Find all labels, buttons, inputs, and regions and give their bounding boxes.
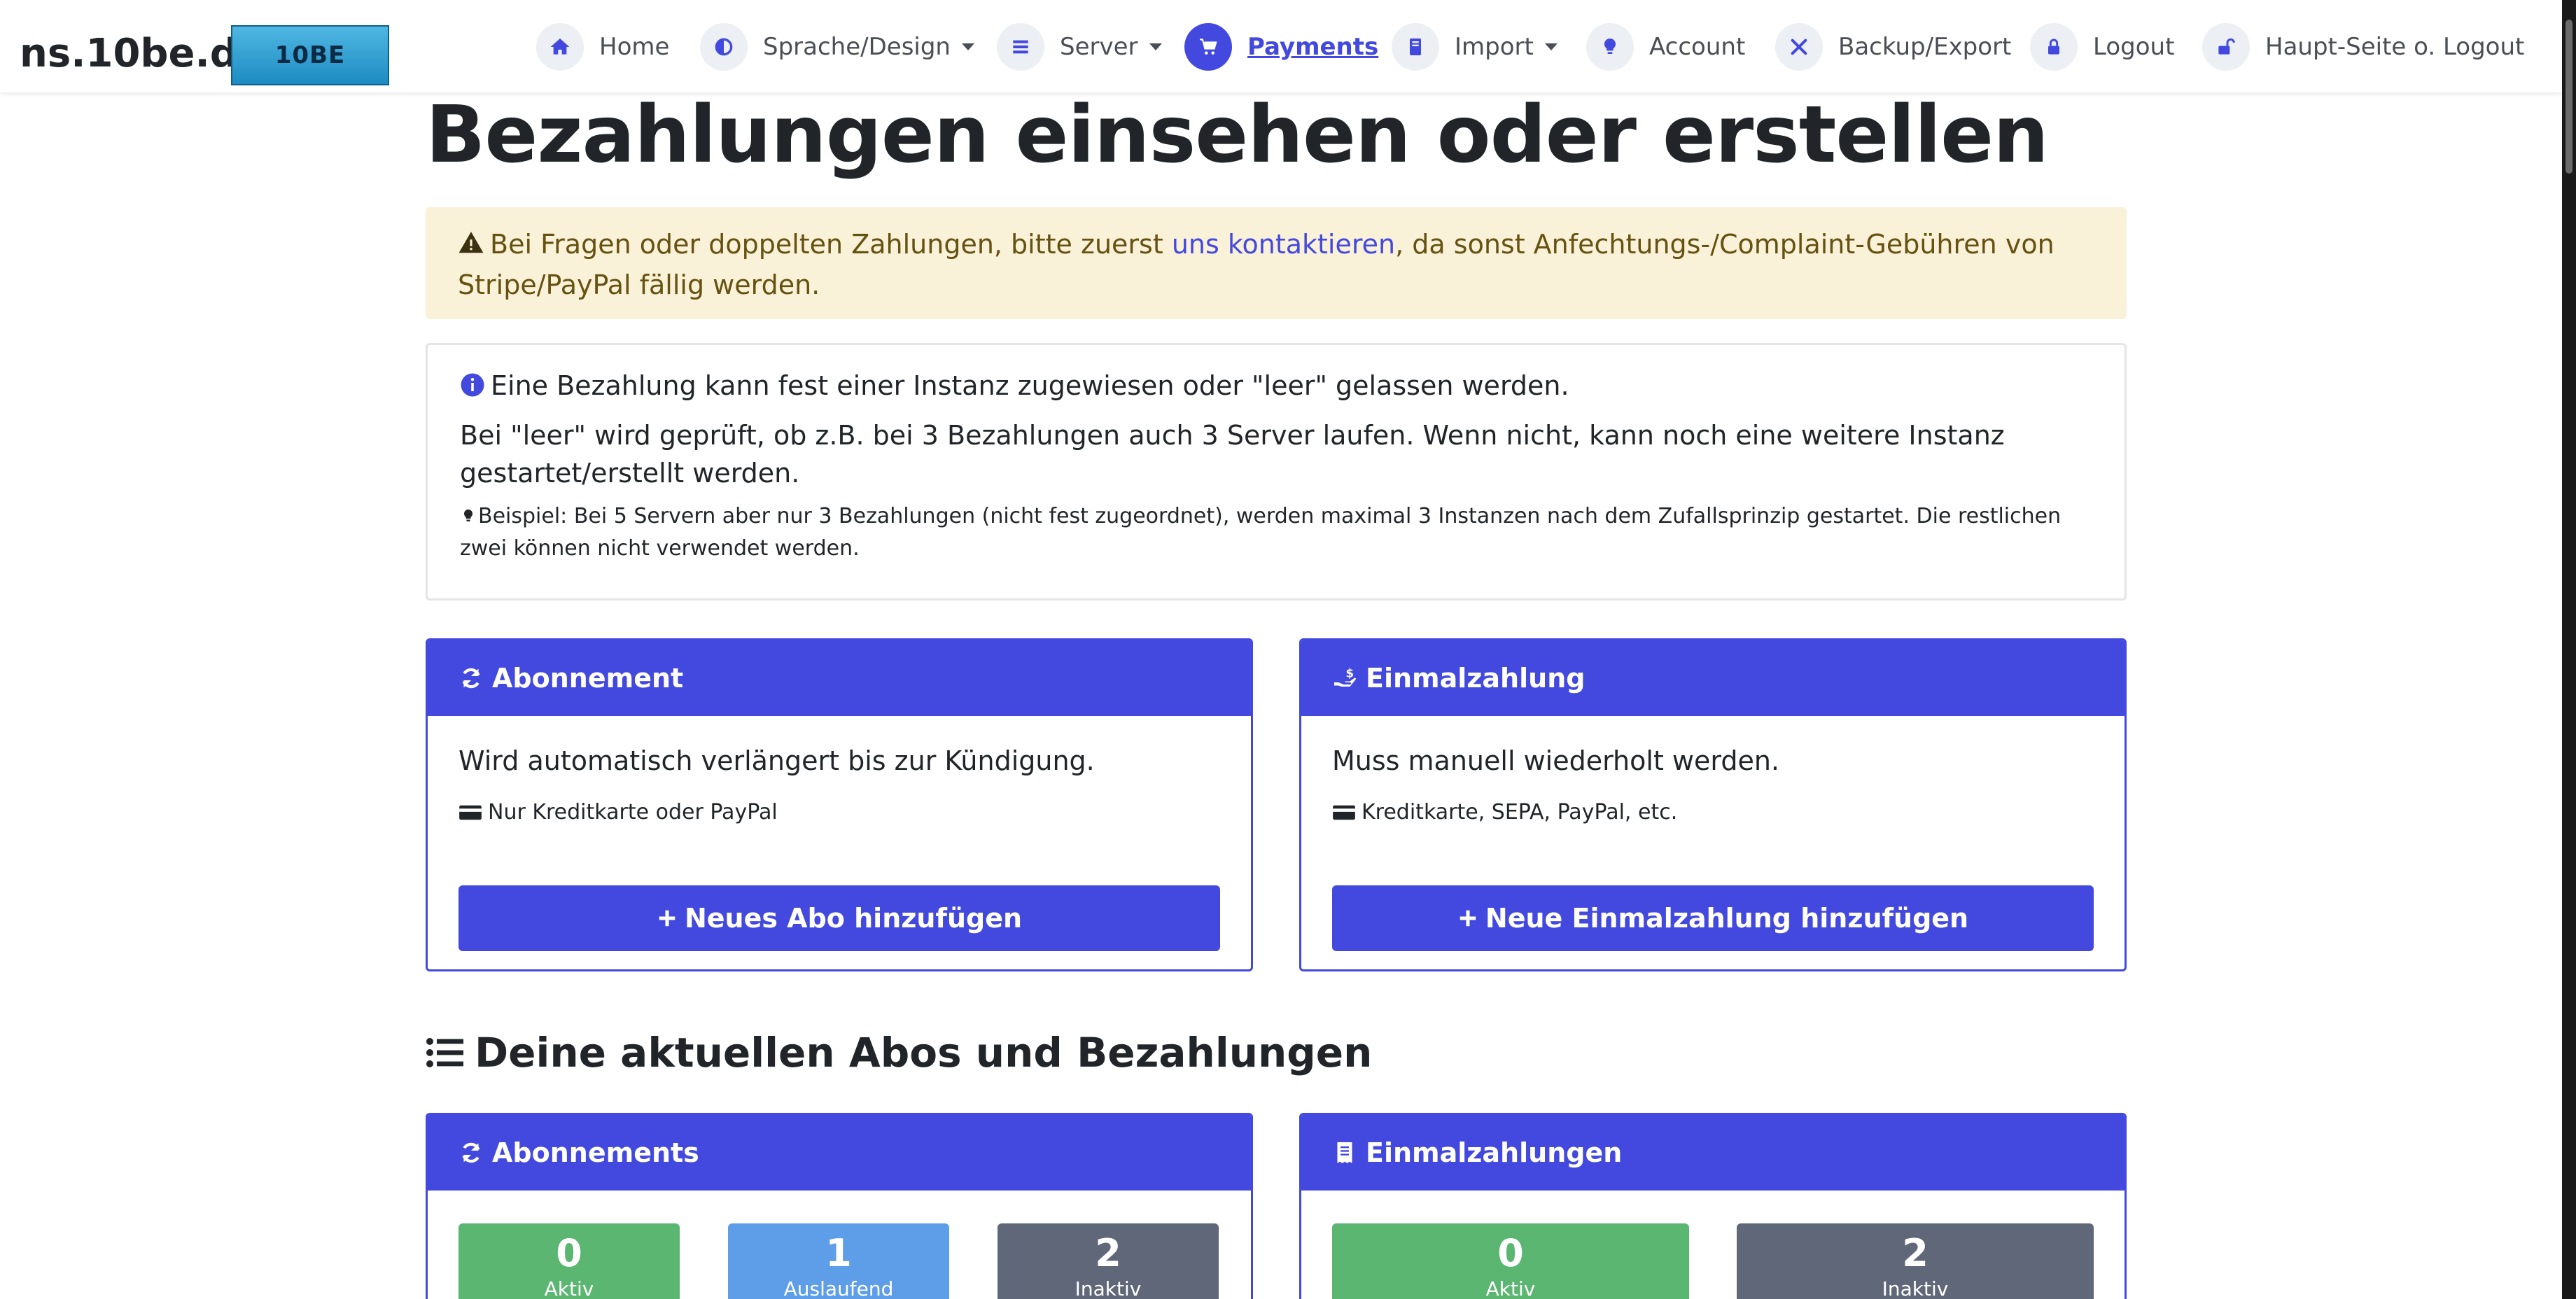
subscriptions-summary-title: Abonnements — [492, 1137, 699, 1168]
nav-server[interactable]: Server — [997, 22, 1162, 71]
nav-import-label: Import — [1455, 33, 1534, 61]
nav-logout[interactable]: Logout — [2030, 22, 2174, 71]
home-icon — [536, 23, 584, 71]
subscriptions-summary-header: Abonnements — [428, 1115, 1251, 1191]
nav-main-page-logout-label: Haupt-Seite o. Logout — [2265, 33, 2525, 61]
payments-active-stat[interactable]: 0 Aktiv — [1332, 1223, 1689, 1299]
nav-main-page-logout[interactable]: Haupt-Seite o. Logout — [2202, 22, 2524, 71]
payments-summary-title: Einmalzahlungen — [1366, 1137, 1623, 1168]
info-line-assignment: Eine Bezahlung kann fest einer Instanz z… — [460, 363, 2092, 411]
subscription-card-header: Abonnement — [428, 640, 1251, 716]
contact-link[interactable]: uns kontaktieren — [1172, 229, 1395, 260]
warning-icon — [458, 228, 484, 266]
onetime-payment-card-title: Einmalzahlung — [1366, 663, 1586, 694]
nav-sprache-design-label: Sprache/Design — [763, 33, 951, 61]
onetime-payment-card-header: $ Einmalzahlung — [1301, 640, 2124, 716]
page-title: Bezahlungen einsehen oder erstellen — [426, 90, 2049, 181]
add-subscription-button-label: Neues Abo hinzufügen — [684, 903, 1023, 934]
subscription-card-methods-text: Nur Kreditkarte oder PayPal — [488, 800, 778, 824]
payments-summary-header: Einmalzahlungen — [1301, 1115, 2124, 1191]
nav-home-label: Home — [599, 33, 670, 61]
subscription-card-title: Abonnement — [492, 663, 684, 694]
lightbulb-icon — [1586, 23, 1634, 71]
stat-value: 0 — [556, 1231, 582, 1275]
hand-holding-dollar-icon: $ — [1334, 667, 1356, 687]
brand-logo-text: 10BE — [274, 41, 346, 69]
scrollbar-thumb[interactable] — [2566, 20, 2572, 174]
info-line-empty-check: Bei "leer" wird geprüft, ob z.B. bei 3 B… — [460, 420, 2005, 489]
onetime-payment-card-methods-text: Kreditkarte, SEPA, PayPal, etc. — [1362, 800, 1678, 824]
payments-inactive-stat[interactable]: 2 Inaktiv — [1737, 1223, 2094, 1299]
chevron-down-icon — [1149, 43, 1162, 50]
nav-import[interactable]: Import — [1392, 22, 1558, 71]
nav-backup-export-label: Backup/Export — [1838, 33, 2012, 61]
subscription-card: Abonnement Wird automatisch verlängert b… — [426, 638, 1253, 971]
refresh-icon — [462, 668, 480, 689]
plus-icon — [659, 910, 676, 927]
chevron-down-icon — [961, 43, 974, 50]
stat-label: Aktiv — [544, 1277, 594, 1299]
stat-label: Inaktiv — [1882, 1277, 1949, 1299]
stat-value: 2 — [1902, 1231, 1928, 1275]
lock-icon — [2030, 23, 2078, 71]
info-line-example-text: Beispiel: Bei 5 Servern aber nur 3 Bezah… — [460, 504, 2062, 561]
current-payments-heading: Deine aktuellen Abos und Bezahlungen — [426, 1029, 1372, 1076]
stat-value: 1 — [825, 1231, 852, 1275]
onetime-payment-card: $ Einmalzahlung Muss manuell wiederholt … — [1299, 638, 2127, 971]
credit-card-icon — [459, 805, 482, 820]
browser-viewport: ns.10be.de 10BE Home Sprache/Design Serv… — [0, 0, 2562, 1299]
info-circle-icon — [460, 366, 485, 411]
unlock-icon — [2202, 23, 2250, 71]
subscription-card-methods: Nur Kreditkarte oder PayPal — [458, 800, 778, 824]
nav-backup-export[interactable]: Backup/Export — [1775, 22, 2011, 71]
add-onetime-payment-button-label: Neue Einmalzahlung hinzufügen — [1485, 903, 1969, 934]
refresh-icon — [462, 1142, 480, 1163]
subscriptions-expiring-stat[interactable]: 1 Auslaufend — [728, 1223, 949, 1299]
current-payments-heading-text: Deine aktuellen Abos und Bezahlungen — [475, 1029, 1373, 1076]
half-circle-icon — [700, 23, 748, 71]
subscription-card-text: Wird automatisch verlängert bis zur Künd… — [458, 745, 1095, 776]
warning-alert: Bei Fragen oder doppelten Zahlungen, bit… — [426, 207, 2127, 319]
nav-home[interactable]: Home — [536, 22, 669, 71]
svg-text:$: $ — [1346, 667, 1354, 680]
subscriptions-active-stat[interactable]: 0 Aktiv — [458, 1223, 680, 1299]
stat-label: Aktiv — [1485, 1277, 1536, 1299]
info-line-example: Beispiel: Bei 5 Servern aber nur 3 Bezah… — [460, 502, 2092, 563]
nav-account[interactable]: Account — [1586, 22, 1745, 71]
credit-card-icon — [1333, 805, 1355, 820]
tools-icon — [1775, 23, 1823, 71]
info-box: Eine Bezahlung kann fest einer Instanz z… — [426, 343, 2127, 601]
receipt-icon — [1337, 1142, 1352, 1163]
brand-logo[interactable]: 10BE — [231, 25, 389, 85]
info-line-assignment-text: Eine Bezahlung kann fest einer Instanz z… — [491, 370, 1569, 401]
payments-summary-card: Einmalzahlungen 0 Aktiv 2 Inaktiv — [1299, 1113, 2127, 1299]
subscriptions-summary-card: Abonnements 0 Aktiv 1 Auslaufend 2 Inakt… — [426, 1113, 1253, 1299]
stat-label: Inaktiv — [1074, 1277, 1142, 1299]
brand-name[interactable]: ns.10be.de — [20, 31, 265, 76]
nav-payments[interactable]: Payments — [1184, 22, 1378, 71]
nav-account-label: Account — [1649, 33, 1746, 61]
cart-icon — [1184, 23, 1232, 71]
onetime-payment-card-methods: Kreditkarte, SEPA, PayPal, etc. — [1332, 800, 1677, 824]
lightbulb-icon — [460, 505, 477, 534]
stat-label: Auslaufend — [783, 1277, 894, 1299]
add-onetime-payment-button[interactable]: Neue Einmalzahlung hinzufügen — [1332, 885, 2094, 951]
stat-value: 2 — [1095, 1231, 1121, 1275]
nav-payments-label: Payments — [1247, 33, 1379, 61]
onetime-payment-card-text: Muss manuell wiederholt werden. — [1332, 745, 1780, 776]
nav-logout-label: Logout — [2093, 33, 2175, 61]
server-list-icon — [997, 23, 1044, 71]
list-icon — [426, 1038, 463, 1067]
warning-text-start: Bei Fragen oder doppelten Zahlungen, bit… — [490, 229, 1172, 260]
nav-sprache-design[interactable]: Sprache/Design — [700, 22, 974, 71]
plus-icon — [1460, 910, 1476, 927]
nav-server-label: Server — [1060, 33, 1138, 61]
vertical-scrollbar[interactable] — [2562, 0, 2576, 1299]
book-icon — [1392, 23, 1439, 71]
subscriptions-inactive-stat[interactable]: 2 Inaktiv — [997, 1223, 1219, 1299]
top-navbar: ns.10be.de 10BE Home Sprache/Design Serv… — [0, 0, 2562, 92]
chevron-down-icon — [1544, 43, 1558, 50]
stat-value: 0 — [1497, 1231, 1524, 1275]
add-subscription-button[interactable]: Neues Abo hinzufügen — [458, 885, 1220, 951]
